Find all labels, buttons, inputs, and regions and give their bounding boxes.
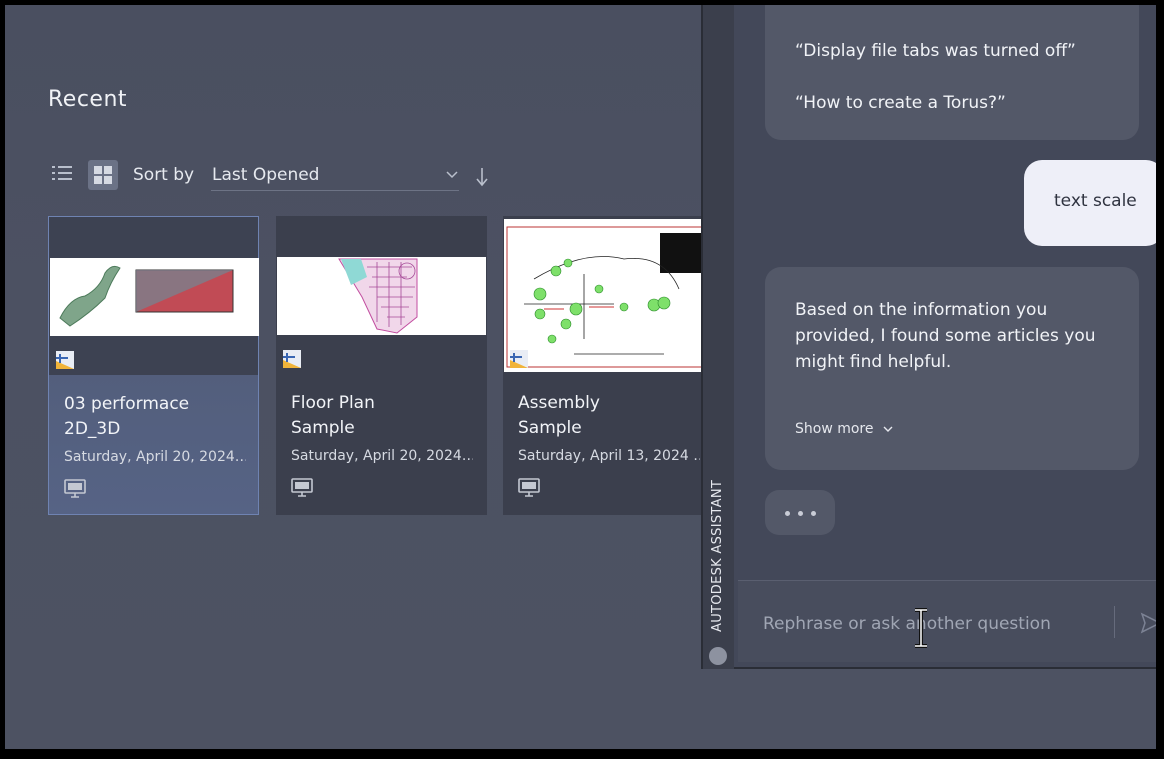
- autocad-file-icon: [510, 350, 528, 368]
- autocad-file-icon: [283, 350, 301, 368]
- recent-heading: Recent: [48, 87, 128, 112]
- local-computer-icon: [291, 478, 313, 497]
- send-icon[interactable]: [1139, 611, 1156, 635]
- sort-dropdown[interactable]: Last Opened: [211, 161, 459, 191]
- suggestion-item[interactable]: “Display file tabs was turned off”: [795, 41, 1076, 61]
- autodesk-logo-icon: [709, 647, 727, 665]
- assistant-question-input[interactable]: [763, 611, 1103, 637]
- grid-view-icon[interactable]: [88, 160, 118, 190]
- text-cursor-icon: [915, 608, 927, 648]
- file-thumbnail: [49, 217, 259, 375]
- file-date: Saturday, April 20, 2024…: [64, 449, 246, 465]
- assistant-reply-bubble: Based on the information you provided, I…: [765, 267, 1139, 470]
- arrow-down-icon[interactable]: [475, 166, 489, 188]
- input-divider: [1114, 606, 1115, 638]
- local-computer-icon: [518, 478, 540, 497]
- user-message-bubble: text scale: [1024, 160, 1156, 246]
- file-name: 03 performace 2D_3D: [64, 394, 190, 439]
- assistant-title: AUTODESK ASSISTANT: [710, 479, 725, 632]
- assistant-suggestions-bubble: “Display file tabs was turned off” “How …: [765, 5, 1139, 140]
- typing-indicator: [765, 490, 835, 535]
- file-thumbnail: [503, 216, 703, 374]
- sort-value: Last Opened: [212, 165, 320, 185]
- autocad-file-icon: [56, 351, 74, 369]
- file-name: Assembly Sample: [518, 393, 600, 438]
- recent-file-card[interactable]: 03 performace 2D_3D Saturday, April 20, …: [48, 216, 259, 515]
- app-window: Recent Sort by Last Opened 03 performace…: [5, 5, 1156, 749]
- show-more-label: Show more: [795, 421, 874, 437]
- chevron-down-icon: [446, 171, 458, 179]
- sort-by-label: Sort by: [133, 165, 195, 185]
- assistant-reply-text: Based on the information you provided, I…: [795, 300, 1096, 372]
- recent-file-card[interactable]: Assembly Sample Saturday, April 13, 2024…: [503, 216, 703, 515]
- file-name: Floor Plan Sample: [291, 393, 375, 438]
- assistant-input-area: [738, 580, 1156, 662]
- assistant-panel: AUTODESK ASSISTANT “Display file tabs wa…: [701, 5, 1156, 669]
- user-message-text: text scale: [1054, 191, 1137, 211]
- local-computer-icon: [64, 479, 86, 498]
- suggestion-item[interactable]: “How to create a Torus?”: [795, 93, 1006, 113]
- list-view-icon[interactable]: [52, 164, 74, 184]
- file-date: Saturday, April 13, 2024 …: [518, 448, 700, 464]
- show-more-button[interactable]: Show more: [795, 421, 894, 437]
- chevron-down-icon: [883, 426, 892, 432]
- recent-file-card[interactable]: Floor Plan Sample Saturday, April 20, 20…: [276, 216, 487, 515]
- file-date: Saturday, April 20, 2024…: [291, 448, 473, 464]
- recent-toolbar: Sort by Last Opened: [48, 158, 498, 192]
- file-thumbnail: [276, 216, 487, 374]
- assistant-panel-tab[interactable]: AUTODESK ASSISTANT: [703, 5, 734, 669]
